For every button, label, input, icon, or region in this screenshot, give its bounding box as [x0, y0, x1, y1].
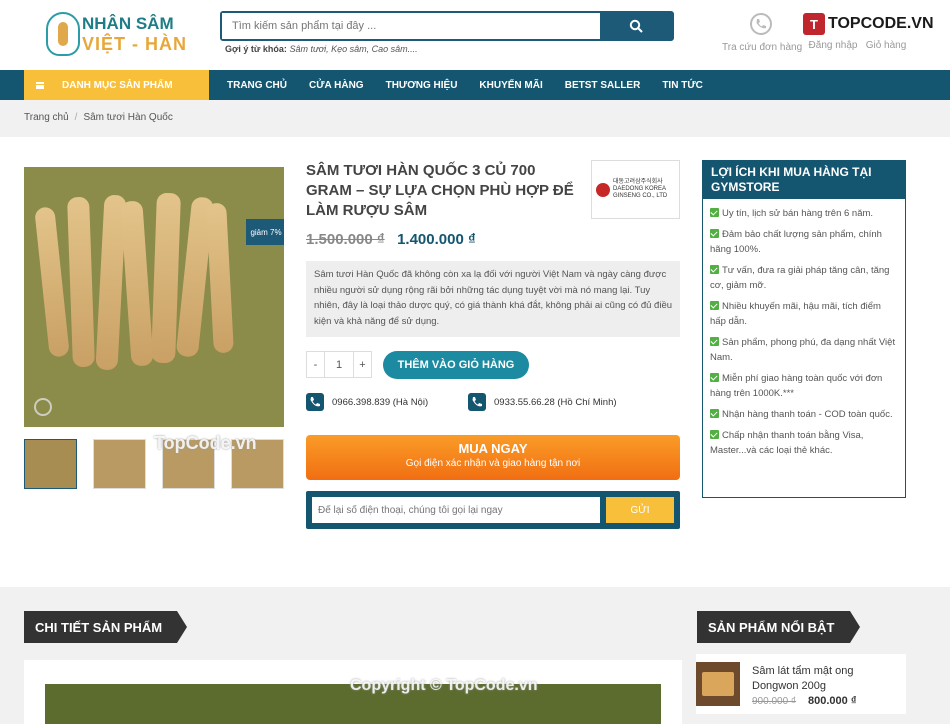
category-menu-button[interactable]: DANH MỤC SẢN PHẨM — [24, 70, 209, 100]
qty-minus-button[interactable]: - — [307, 352, 325, 377]
list-item: Miễn phí giao hàng toàn quốc với đơn hàn… — [710, 373, 883, 399]
discount-badge: giảm 7% — [246, 219, 284, 245]
buy-now-subtitle: Gọi điện xác nhận và giao hàng tận nơi — [405, 458, 581, 469]
featured-old-price: 900.000 ₫ — [752, 696, 797, 707]
product-section: giảm 7% TopCode.vn SÂM TƯƠI HÀN QUỐC 3 C… — [0, 137, 950, 587]
list-item: Sản phẩm, phong phú, đa dạng nhất Việt N… — [710, 337, 896, 363]
phone-icon — [749, 12, 773, 36]
benefits-box: LỢI ÍCH KHI MUA HÀNG TẠI GYMSTORE Uy tín… — [702, 160, 906, 498]
breadcrumb: Trang chủ / Sâm tươi Hàn Quốc — [24, 112, 173, 123]
zoom-icon[interactable] — [34, 398, 52, 416]
callback-form: GỬI — [306, 491, 680, 529]
hotline-hanoi[interactable]: 0966.398.839 (Hà Nội) — [306, 393, 428, 411]
featured-product-image[interactable] — [696, 662, 740, 706]
details-section: CHI TIẾT SẢN PHẨM SẢN PHẨM NỔI BẬT Copyr… — [0, 587, 950, 724]
site-header: NHÂN SÂM VIỆT - HÀN Gợi ý từ khóa: Sâm t… — [0, 0, 950, 70]
callback-phone-input[interactable] — [312, 497, 600, 523]
quantity-stepper: - 1 + — [306, 351, 372, 378]
featured-sale-price: 800.000 ₫ — [808, 695, 857, 707]
list-item: Nhiều khuyến mãi, hậu mãi, tích điểm hấp… — [710, 301, 881, 327]
phone-icon — [468, 393, 486, 411]
hamburger-icon — [36, 81, 44, 89]
callback-send-button[interactable]: GỬI — [606, 497, 674, 523]
product-short-description: Sâm tươi Hàn Quốc đã không còn xa lạ đối… — [306, 261, 680, 337]
list-item: Tư vấn, đưa ra giải pháp tăng cân, tăng … — [710, 265, 890, 291]
thumbnail[interactable] — [93, 439, 146, 489]
nav-item-best-seller[interactable]: BETST SALLER — [565, 80, 641, 91]
topcode-watermark-logo: T TOPCODE.VN — [803, 12, 934, 36]
login-link[interactable]: Đăng nhập — [808, 40, 858, 51]
order-lookup-label: Tra cứu đơn hàng — [722, 42, 803, 53]
nav-item-brands[interactable]: THƯƠNG HIỆU — [386, 80, 458, 91]
list-item: Nhận hàng thanh toán - COD toàn quốc. — [710, 407, 898, 422]
copyright-watermark: Copyright © TopCode.vn — [350, 677, 538, 694]
benefits-title: LỢI ÍCH KHI MUA HÀNG TẠI GYMSTORE — [703, 161, 905, 199]
list-item: Đảm bảo chất lượng sản phẩm, chính hãng … — [710, 229, 882, 255]
hotline-hanoi-text: 0966.398.839 (Hà Nội) — [332, 396, 429, 408]
brand-logo[interactable]: 대동고려삼주식회사 DAEDONG KOREA GINSENG CO., LTD — [591, 160, 680, 219]
brand-logo-icon — [596, 182, 610, 197]
check-icon — [710, 409, 719, 418]
product-main-image[interactable]: giảm 7% — [24, 167, 284, 427]
search-suggestions: Gợi ý từ khóa: Sâm tươi, Kẹo sâm, Cao sâ… — [225, 44, 418, 54]
benefits-list: Uy tín, lịch sử bán hàng trên 6 năm. Đảm… — [703, 199, 905, 458]
suggest-keywords[interactable]: Sâm tươi, Kẹo sâm, Cao sâm.... — [289, 44, 417, 54]
cart-label: Giỏ hàng — [865, 40, 907, 51]
nav-item-promotions[interactable]: KHUYẾN MÃI — [479, 80, 542, 91]
list-item: Chấp nhận thanh toán bằng Visa, Master..… — [710, 430, 864, 456]
cart-link[interactable]: Giỏ hàng — [864, 40, 908, 51]
image-watermark: TopCode.vn — [154, 433, 257, 453]
category-menu-label: DANH MỤC SẢN PHẨM — [62, 79, 173, 91]
breadcrumb-current[interactable]: Sâm tươi Hàn Quốc — [83, 112, 172, 123]
list-item: Uy tín, lịch sử bán hàng trên 6 năm. — [710, 206, 898, 221]
nav-item-home[interactable]: TRANG CHỦ — [227, 80, 287, 91]
hotline-hcm-text: 0933.55.66.28 (Hồ Chí Minh) — [494, 396, 617, 408]
site-logo[interactable]: NHÂN SÂM VIỆT - HÀN — [46, 12, 186, 58]
add-to-cart-button[interactable]: THÊM VÀO GIỎ HÀNG — [383, 351, 529, 379]
topcode-icon: T — [803, 13, 825, 35]
breadcrumb-home[interactable]: Trang chủ — [24, 112, 69, 123]
detail-section-title: CHI TIẾT SẢN PHẨM — [24, 611, 187, 643]
main-navigation: DANH MỤC SẢN PHẨM TRANG CHỦ CỬA HÀNG THƯ… — [0, 70, 950, 100]
product-prices: 1.500.000 ₫ 1.400.000 ₫ — [306, 231, 476, 249]
check-icon — [710, 430, 719, 439]
search-icon — [629, 19, 643, 33]
buy-now-label: MUA NGAY — [458, 441, 528, 456]
featured-product-name[interactable]: Sâm lát tẩm mật ong Dongwon 200g — [752, 664, 902, 694]
qty-input[interactable]: 1 — [325, 352, 353, 377]
sale-price: 1.400.000 ₫ — [397, 231, 476, 248]
nav-menu: TRANG CHỦ CỬA HÀNG THƯƠNG HIỆU KHUYẾN MÃ… — [227, 70, 725, 100]
old-price: 1.500.000 ₫ — [306, 231, 385, 248]
check-icon — [710, 337, 719, 346]
check-icon — [710, 229, 719, 238]
search-input[interactable] — [222, 13, 600, 39]
qty-plus-button[interactable]: + — [353, 352, 371, 377]
logo-line1: NHÂN SÂM — [82, 14, 174, 33]
check-icon — [710, 265, 719, 274]
thumbnail[interactable] — [24, 439, 77, 489]
featured-section-title: SẢN PHẨM NỔI BẬT — [697, 611, 860, 643]
topcode-text: TOPCODE.VN — [828, 15, 934, 32]
search-button[interactable] — [600, 13, 672, 39]
ginseng-logo-icon — [46, 12, 80, 56]
nav-item-shop[interactable]: CỬA HÀNG — [309, 80, 364, 91]
brand-logo-text: 대동고려삼주식회사 DAEDONG KOREA GINSENG CO., LTD — [613, 179, 668, 199]
order-lookup-link[interactable]: Tra cứu đơn hàng — [722, 12, 803, 53]
check-icon — [710, 301, 719, 310]
hotline-hcm[interactable]: 0933.55.66.28 (Hồ Chí Minh) — [468, 393, 617, 411]
phone-icon — [306, 393, 324, 411]
check-icon — [710, 373, 719, 382]
nav-item-news[interactable]: TIN TỨC — [662, 80, 703, 91]
suggest-label: Gợi ý từ khóa: — [225, 44, 287, 54]
login-label: Đăng nhập — [808, 40, 858, 51]
featured-product[interactable]: Sâm lát tẩm mật ong Dongwon 200g 900.000… — [696, 654, 906, 714]
buy-now-button[interactable]: MUA NGAY Gọi điện xác nhận và giao hàng … — [306, 435, 680, 480]
logo-line2: VIỆT - HÀN — [82, 34, 188, 54]
product-title: SÂM TƯƠI HÀN QUỐC 3 CỦ 700 GRAM – SỰ LỰA… — [306, 162, 574, 219]
check-icon — [710, 208, 719, 217]
search-box — [220, 11, 674, 41]
